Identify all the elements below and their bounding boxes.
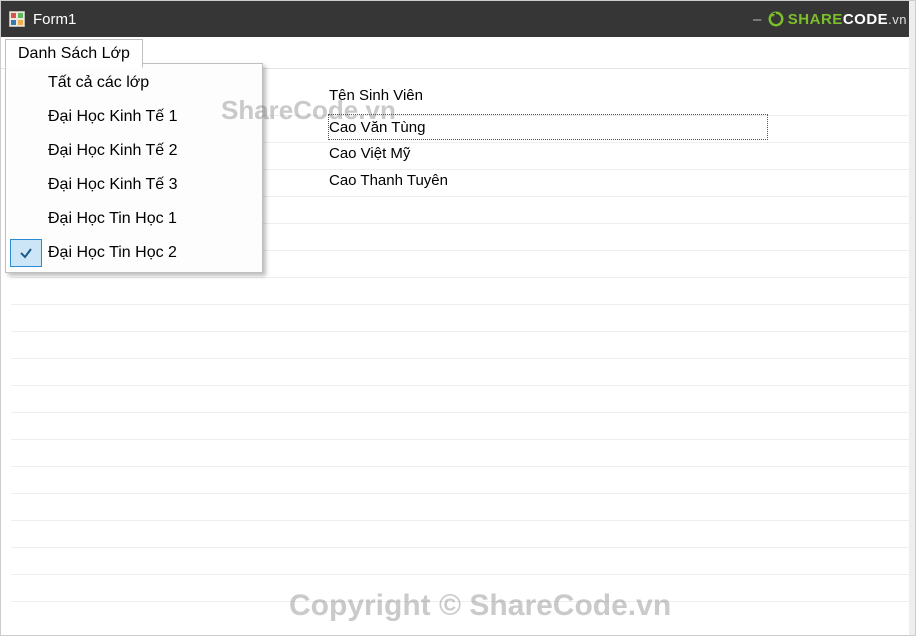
dropdown-item-label: Đại Học Tin Học 2 [48,244,260,262]
dropdown-item-th2[interactable]: Đại Học Tin Học 2 [8,236,260,270]
title-bar: Form1 – SHARECODE.vn [1,1,915,37]
recycle-icon [767,10,785,28]
vertical-scrollbar[interactable] [909,1,915,635]
list-rows: Cao Văn Tùng Cao Việt Mỹ Cao Thanh Tuyên [329,114,775,194]
dropdown-item-kt3[interactable]: Đại Học Kinh Tế 3 [8,168,260,202]
check-gutter [10,239,42,267]
app-icon [9,11,25,27]
check-gutter [10,137,42,165]
check-gutter [10,171,42,199]
column-header-name[interactable]: Tên Sinh Viên [329,87,423,104]
dropdown-item-label: Đại Học Kinh Tế 2 [48,142,260,160]
dropdown-item-kt1[interactable]: Đại Học Kinh Tế 1 [8,100,260,134]
dropdown-item-label: Đại Học Kinh Tế 3 [48,176,260,194]
check-gutter [10,103,42,131]
menu-class-list-label: Danh Sách Lớp [18,45,130,63]
list-item[interactable]: Cao Thanh Tuyên [329,167,775,194]
dropdown-item-label: Tất cả các lớp [48,74,260,92]
dropdown-item-all[interactable]: Tất cả các lớp [8,66,260,100]
dropdown-item-label: Đại Học Tin Học 1 [48,210,260,228]
class-dropdown[interactable]: Tất cả các lớp Đại Học Kinh Tế 1 Đại Học… [5,63,263,273]
student-name: Cao Văn Tùng [329,119,425,136]
list-item[interactable]: Cao Việt Mỹ [329,140,775,167]
dropdown-item-th1[interactable]: Đại Học Tin Học 1 [8,202,260,236]
brand-logo: – SHARECODE.vn [753,10,907,28]
check-icon [19,246,33,260]
student-name: Cao Việt Mỹ [329,145,410,162]
dropdown-item-label: Đại Học Kinh Tế 1 [48,108,260,126]
student-name: Cao Thanh Tuyên [329,172,448,189]
check-gutter [10,205,42,233]
menu-class-list[interactable]: Danh Sách Lớp [5,39,143,68]
check-gutter [10,69,42,97]
window-title: Form1 [33,11,753,28]
dropdown-item-kt2[interactable]: Đại Học Kinh Tế 2 [8,134,260,168]
menu-strip: Danh Sách Lớp [1,37,915,69]
list-item[interactable]: Cao Văn Tùng [328,114,768,140]
